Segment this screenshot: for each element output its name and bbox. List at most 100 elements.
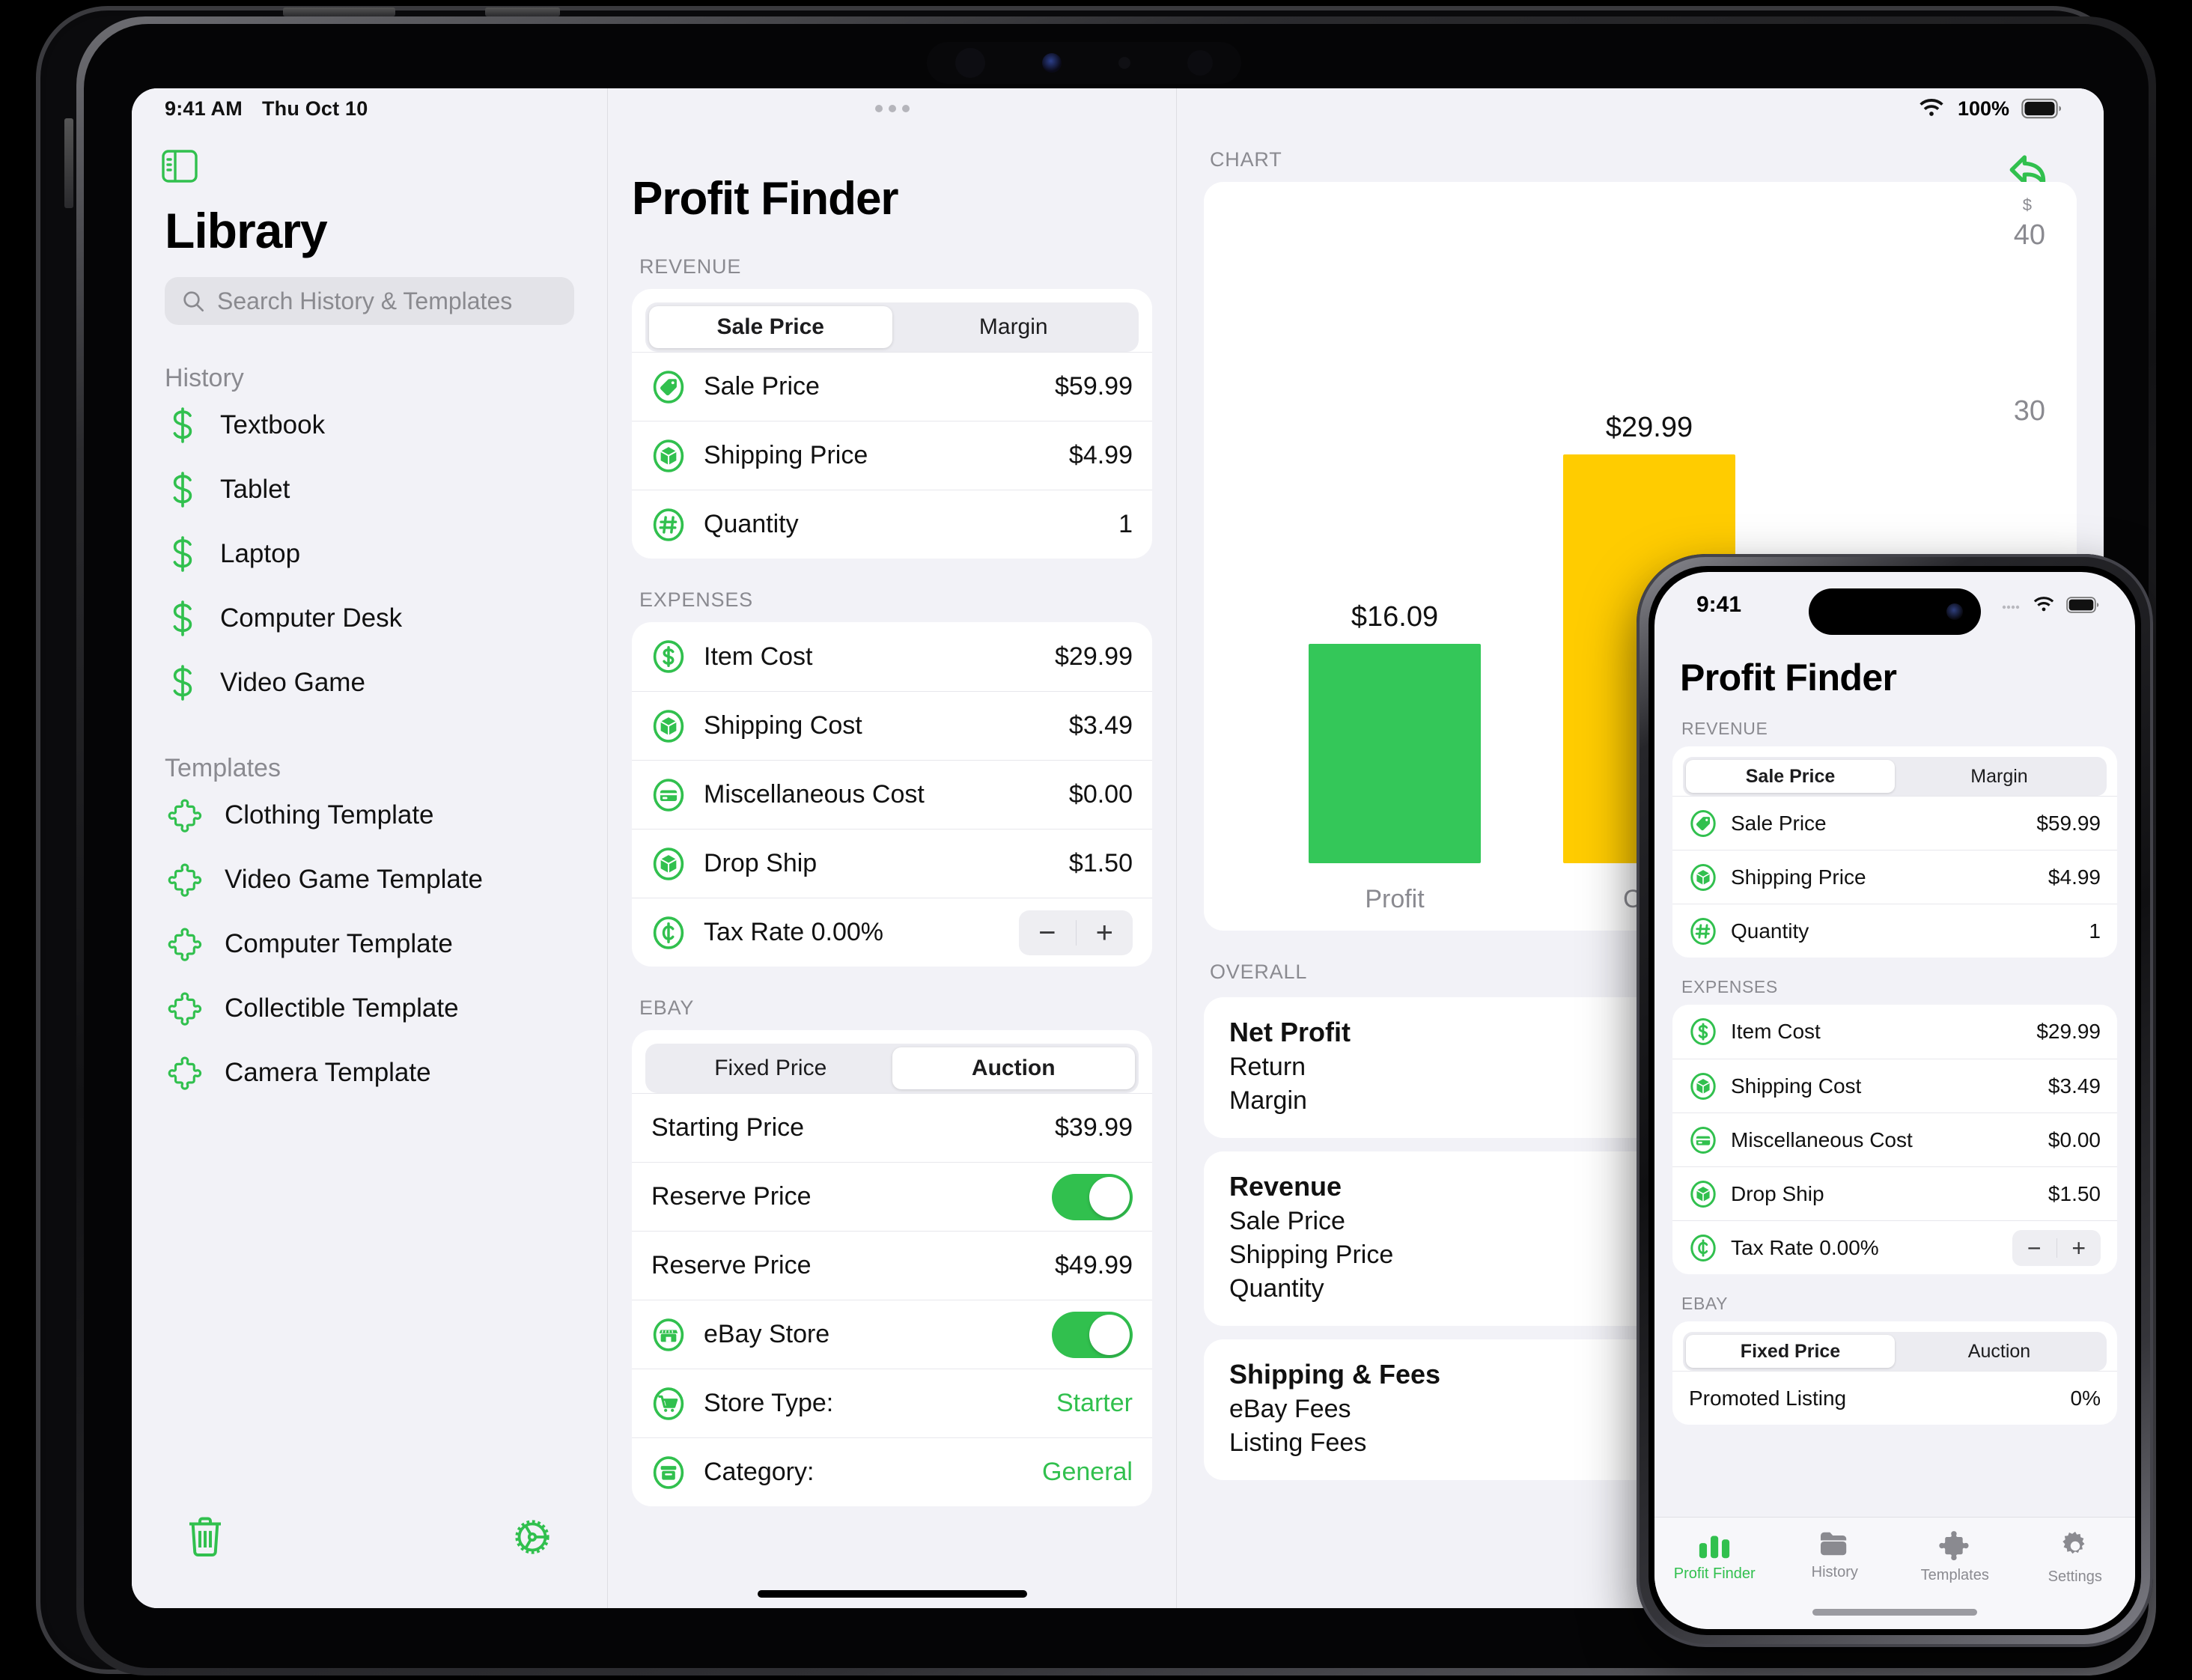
row-shipping-cost[interactable]: Shipping Cost $3.49 [1672,1059,2117,1113]
stepper[interactable]: − + [2012,1229,2101,1266]
stepper-plus-button[interactable]: + [1077,918,1133,948]
row-reserve-price[interactable]: Reserve Price $49.99 [632,1231,1152,1300]
gear-icon [2059,1530,2092,1562]
row-shipping-cost[interactable]: Shipping Cost $3.49 [632,691,1152,760]
ipad-status-bar-right: 100% [1177,88,2104,129]
row-promoted-listing[interactable]: Promoted Listing 0% [1672,1371,2117,1425]
row-quantity[interactable]: Quantity 1 [632,490,1152,559]
row-label: Item Cost [1731,1020,1821,1043]
stepper[interactable]: − + [1019,910,1133,955]
row-shipping-price[interactable]: Shipping Price $4.99 [1672,850,2117,904]
sidebar-item-collectible-template[interactable]: Collectible Template [168,976,607,1041]
row-drop-ship[interactable]: Drop Ship $1.50 [1672,1166,2117,1220]
row-category[interactable]: Category: General [632,1437,1152,1506]
stepper-plus-button[interactable]: + [2057,1236,2101,1260]
row-tax-rate[interactable]: Tax Rate 0.00% − + [1672,1220,2117,1274]
row-label: Drop Ship [704,849,818,877]
row-value: $29.99 [1055,642,1133,671]
sidebar-item-computer-desk[interactable]: Computer Desk [168,586,607,651]
row-label: Category: [704,1458,815,1486]
segment-auction[interactable]: Auction [892,1047,1135,1089]
segment-sale-price[interactable]: Sale Price [649,306,892,348]
segmented-control[interactable]: Fixed Price Auction [1683,1332,2107,1371]
group-card: Fixed Price Auction Promoted Listing 0% [1672,1321,2117,1425]
segment-margin[interactable]: Margin [1895,760,2104,793]
segment-auction[interactable]: Auction [1895,1335,2104,1368]
row-tax-rate[interactable]: Tax Rate 0.00% − + [632,898,1152,967]
camera-lens-icon [1187,50,1213,76]
segmented-control[interactable]: Sale Price Margin [645,302,1139,352]
sidebar-item-clothing-template[interactable]: Clothing Template [168,783,607,847]
chart-y-tick: 40 [2013,219,2045,251]
tab-templates[interactable]: Templates [1895,1530,2015,1584]
segment-margin[interactable]: Margin [892,306,1136,348]
search-input[interactable]: Search History & Templates [165,277,574,325]
row-value: Starter [1056,1389,1133,1417]
chart-category-label: Profit [1365,885,1425,913]
segment-fixed-price[interactable]: Fixed Price [649,1047,892,1089]
sidebar-item-video-game[interactable]: Video Game [168,651,607,715]
row-sale-price[interactable]: Sale Price $59.99 [1672,796,2117,850]
stepper-minus-button[interactable]: − [1019,918,1076,948]
sidebar-item-label: Computer Template [225,929,453,958]
chart-y-unit: $ [2022,195,2032,214]
tab-profit-finder[interactable]: Profit Finder [1654,1530,1775,1583]
more-dots-icon [874,105,910,112]
card-icon [1689,1126,1717,1154]
sidebar-item-label: Video Game Template [225,865,484,894]
sidebar-toggle-button[interactable] [162,150,198,183]
row-label: Store Type: [704,1389,834,1417]
sidebar-item-computer-template[interactable]: Computer Template [168,912,607,976]
status-time: 9:41 AM [165,97,243,120]
dollar-circle-icon [1689,1017,1717,1046]
ipad-home-indicator[interactable] [757,1590,1027,1598]
settings-button[interactable] [510,1515,555,1559]
segment-fixed-price[interactable]: Fixed Price [1686,1335,1895,1368]
row-miscellaneous-cost[interactable]: Miscellaneous Cost $0.00 [632,760,1152,829]
row-quantity[interactable]: Quantity 1 [1672,904,2117,958]
status-date: Thu Oct 10 [261,97,368,120]
card-icon [651,778,686,812]
row-label: Reserve Price [651,1182,812,1211]
sidebar-item-video-game-template[interactable]: Video Game Template [168,847,607,912]
tab-history[interactable]: History [1775,1530,1896,1581]
stepper-minus-button[interactable]: − [2012,1236,2056,1260]
dollar-icon [168,471,198,508]
sidebar-bottom-toolbar [132,1496,607,1608]
trash-button[interactable] [184,1514,226,1560]
row-item-cost[interactable]: Item Cost $29.99 [632,622,1152,691]
row-label: Quantity [704,510,799,538]
row-starting-price[interactable]: Starting Price $39.99 [632,1093,1152,1162]
sidebar-item-tablet[interactable]: Tablet [168,457,607,522]
row-value: $3.49 [1068,711,1133,740]
dollar-icon [168,535,198,573]
row-shipping-price[interactable]: Shipping Price $4.99 [632,421,1152,490]
ipad-volume-button[interactable] [64,118,73,208]
bar-chart-icon [1697,1530,1732,1559]
toggle-switch[interactable] [1052,1311,1133,1358]
row-ebay-store[interactable]: eBay Store [632,1300,1152,1369]
group-label: EBAY [639,996,695,1019]
sidebar-item-laptop[interactable]: Laptop [168,522,607,586]
iphone-home-indicator[interactable] [1812,1609,1977,1616]
segmented-control[interactable]: Fixed Price Auction [645,1044,1139,1093]
segmented-control[interactable]: Sale Price Margin [1683,757,2107,796]
row-label: Shipping Cost [704,711,862,740]
sidebar-item-textbook[interactable]: Textbook [168,393,607,457]
tab-settings[interactable]: Settings [2015,1530,2136,1586]
sidebar-item-camera-template[interactable]: Camera Template [168,1041,607,1105]
row-sale-price[interactable]: Sale Price $59.99 [632,352,1152,421]
sidebar-item-label: Laptop [220,539,301,568]
row-item-cost[interactable]: Item Cost $29.99 [1672,1005,2117,1059]
row-drop-ship[interactable]: Drop Ship $1.50 [632,829,1152,898]
toggle-switch[interactable] [1052,1173,1133,1220]
segment-sale-price[interactable]: Sale Price [1686,760,1895,793]
row-miscellaneous-cost[interactable]: Miscellaneous Cost $0.00 [1672,1113,2117,1166]
dynamic-island [1809,588,1981,635]
hash-icon [1689,917,1717,946]
row-store-type[interactable]: Store Type: Starter [632,1369,1152,1437]
ipad-secondary-button[interactable] [485,7,560,16]
ipad-power-button[interactable] [283,7,395,16]
panel-drag-handle[interactable] [608,88,1176,129]
row-reserve-price[interactable]: Reserve Price [632,1162,1152,1231]
